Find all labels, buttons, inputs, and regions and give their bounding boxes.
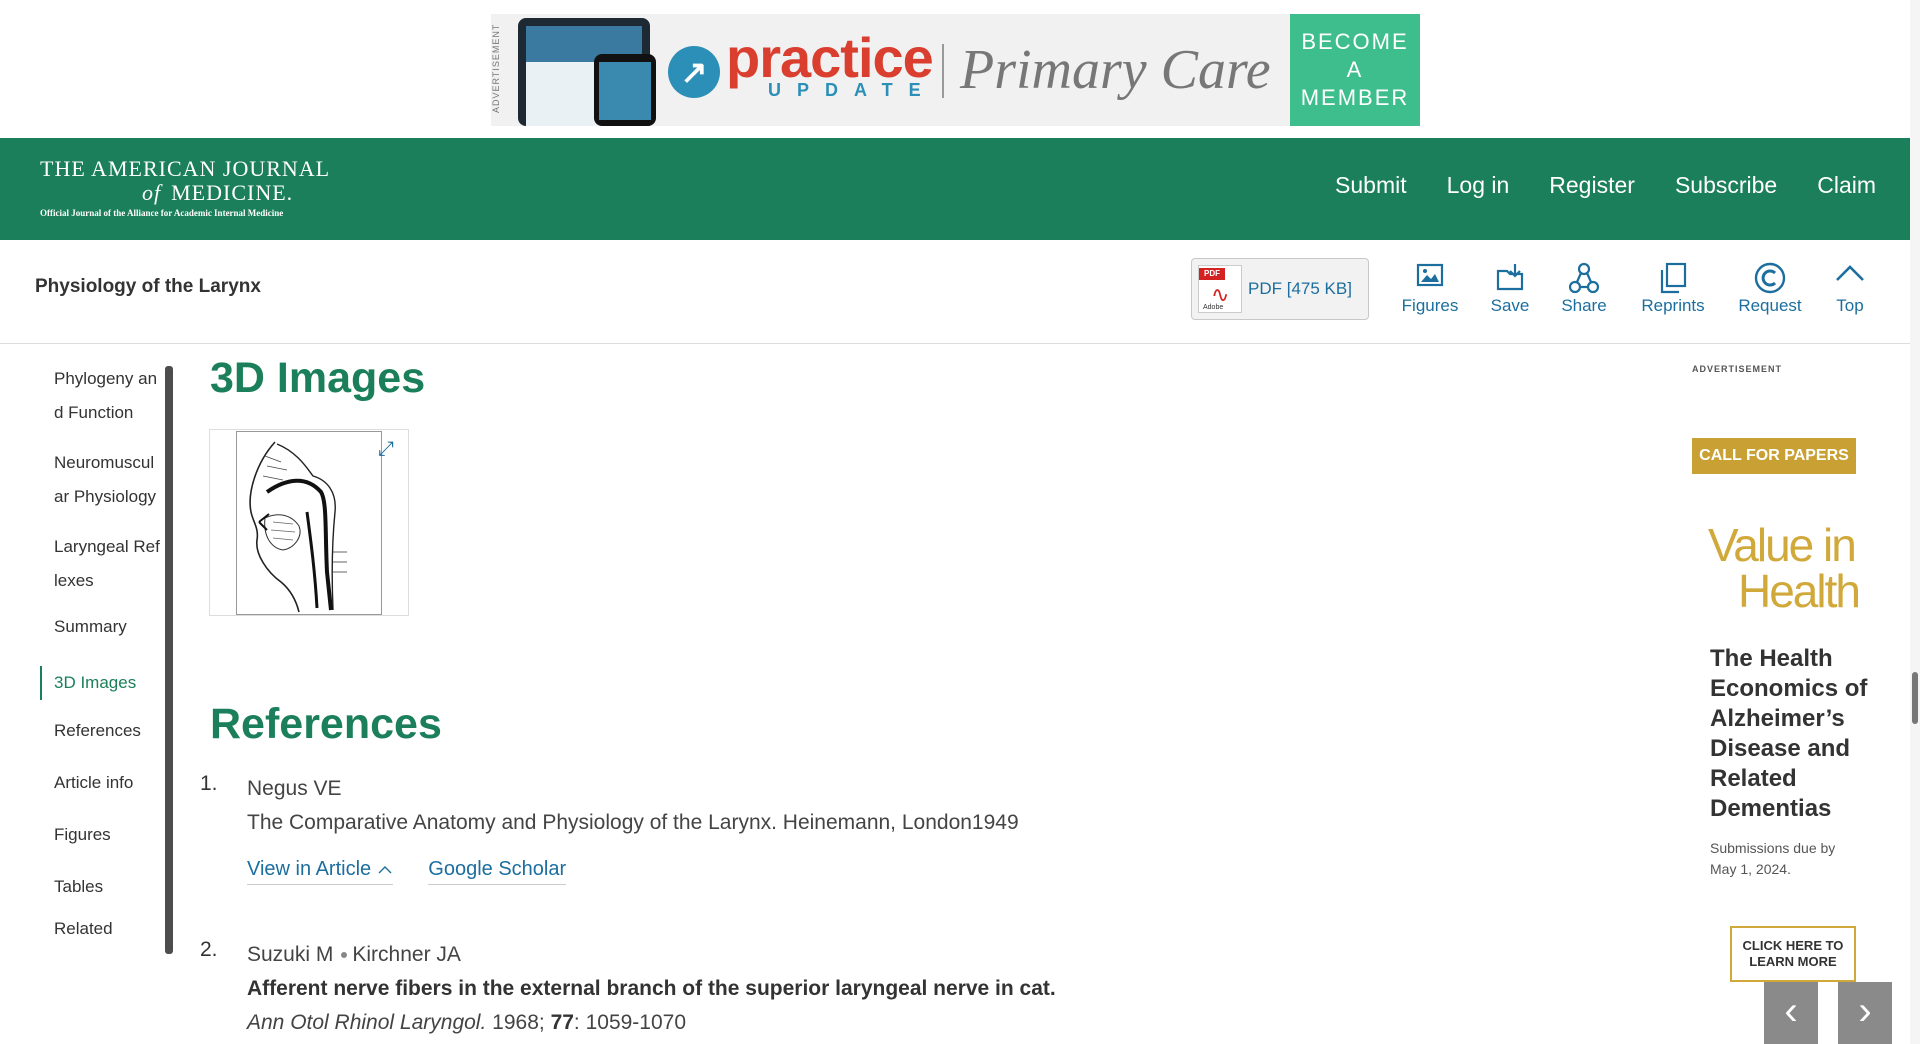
arrow-logo-icon: ↗ [668, 46, 720, 98]
references-heading: References [210, 700, 442, 748]
reprints-icon [1628, 250, 1718, 296]
ad-divider [942, 44, 944, 98]
carousel-prev-button[interactable]: ‹ [1764, 982, 1818, 1044]
logo-tagline: Official Journal of the Alliance for Aca… [40, 208, 284, 218]
google-scholar-link[interactable]: Google Scholar [428, 858, 567, 885]
reprints-tool[interactable]: Reprints [1628, 250, 1718, 330]
chevron-up-icon [378, 866, 392, 874]
section-link-phylogeny[interactable]: Phylogeny and Function [40, 362, 160, 430]
larynx-diagram [236, 431, 382, 615]
image-icon [1385, 250, 1475, 296]
ad-product: Primary Care [960, 39, 1271, 101]
sidebar-advertisement[interactable]: CALL FOR PAPERS Value in Health The Heal… [1692, 378, 1880, 1044]
carousel-next-button[interactable]: › [1838, 982, 1892, 1044]
nav-subscribe[interactable]: Subscribe [1675, 172, 1777, 199]
article-title: Physiology of the Larynx [35, 276, 261, 297]
top-advertisement[interactable]: ADVERTISEMENT ↗ practice UPDATE Primary … [0, 0, 1910, 138]
top-nav: Submit Log in Register Subscribe Claim [1335, 172, 1876, 199]
section-nav-scrollbar[interactable] [165, 366, 173, 954]
section-link-reflexes[interactable]: Laryngeal Reflexes [40, 530, 160, 598]
section-link-tables[interactable]: Tables [40, 874, 160, 900]
chevron-up-icon [1805, 250, 1895, 296]
page-scrollbar[interactable] [1910, 0, 1920, 1044]
pdf-icon: PDF ∿ Adobe [1198, 265, 1242, 313]
section-nav: Phylogeny and Function Neuromuscular Phy… [40, 362, 170, 950]
ad-phone-image [594, 54, 656, 126]
request-tool[interactable]: Request [1725, 250, 1815, 330]
ad-brand-sub: UPDATE [768, 80, 937, 100]
expand-icon[interactable]: ⤢ [378, 438, 394, 461]
section-link-summary[interactable]: Summary [40, 614, 160, 640]
section-link-references[interactable]: References [40, 718, 160, 744]
become-member-button[interactable]: BECOME A MEMBER [1290, 14, 1420, 126]
nav-register[interactable]: Register [1549, 172, 1635, 199]
learn-more-button[interactable]: CLICK HERE TO LEARN MORE [1730, 926, 1856, 982]
nav-submit[interactable]: Submit [1335, 172, 1407, 199]
nav-login[interactable]: Log in [1447, 172, 1510, 199]
section-link-neuromuscular[interactable]: Neuromuscular Physiology [40, 446, 160, 514]
share-icon [1539, 250, 1629, 296]
logo-line2: of MEDICINE. [142, 180, 293, 206]
call-for-papers-badge: CALL FOR PAPERS [1692, 438, 1856, 474]
logo-of: of [142, 180, 162, 205]
reference-authors: Suzuki M Kirchner JA [247, 943, 461, 966]
section-link-3d-images[interactable]: 3D Images [40, 666, 160, 700]
ad-subtitle: Submissions due by May 1, 2024. [1710, 840, 1836, 877]
section-link-figures[interactable]: Figures [40, 822, 160, 848]
pdf-label: PDF [475 KB] [1248, 279, 1352, 298]
images-heading: 3D Images [210, 354, 426, 402]
ad-label: ADVERTISEMENT [491, 23, 501, 113]
view-in-article-link[interactable]: View in Article [247, 858, 393, 885]
page-scrollbar-thumb[interactable] [1912, 672, 1918, 724]
top-tool[interactable]: Top [1805, 250, 1895, 330]
ad-brand-line2: Health [1738, 565, 1861, 617]
ad-title: The Health Economics of Alzheimer’s Dise… [1710, 645, 1868, 822]
logo-line1: THE AMERICAN JOURNAL [40, 156, 331, 181]
figures-tool[interactable]: Figures [1385, 250, 1475, 330]
pdf-button[interactable]: PDF ∿ Adobe PDF [475 KB] [1191, 258, 1369, 320]
reference-text: The Comparative Anatomy and Physiology o… [247, 811, 1019, 834]
section-link-related[interactable]: Related [40, 916, 160, 934]
reference-number: 2. [200, 938, 218, 961]
ad-label: ADVERTISEMENT [1692, 364, 1783, 374]
site-header: THE AMERICAN JOURNAL of MEDICINE. Officia… [0, 138, 1910, 240]
reference-citation: Ann Otol Rhinol Laryngol. 1968; 77: 1059… [247, 1011, 687, 1034]
reference-authors: Negus VE [247, 777, 342, 800]
reference-title: Afferent nerve fibers in the external br… [247, 977, 1056, 1000]
ad-brand: practice [726, 26, 934, 89]
section-link-article-info[interactable]: Article info [40, 770, 160, 796]
logo-medicine: MEDICINE. [171, 180, 294, 205]
reference-links: View in Article Google Scholar [247, 858, 1647, 885]
share-tool[interactable]: Share [1539, 250, 1629, 330]
reference-number: 1. [200, 772, 218, 795]
3d-image-thumbnail[interactable]: ⤢ [209, 429, 409, 616]
nav-claim[interactable]: Claim [1817, 172, 1876, 199]
copyright-icon [1725, 250, 1815, 296]
article-toolbar: Physiology of the Larynx PDF ∿ Adobe PDF… [0, 240, 1910, 344]
